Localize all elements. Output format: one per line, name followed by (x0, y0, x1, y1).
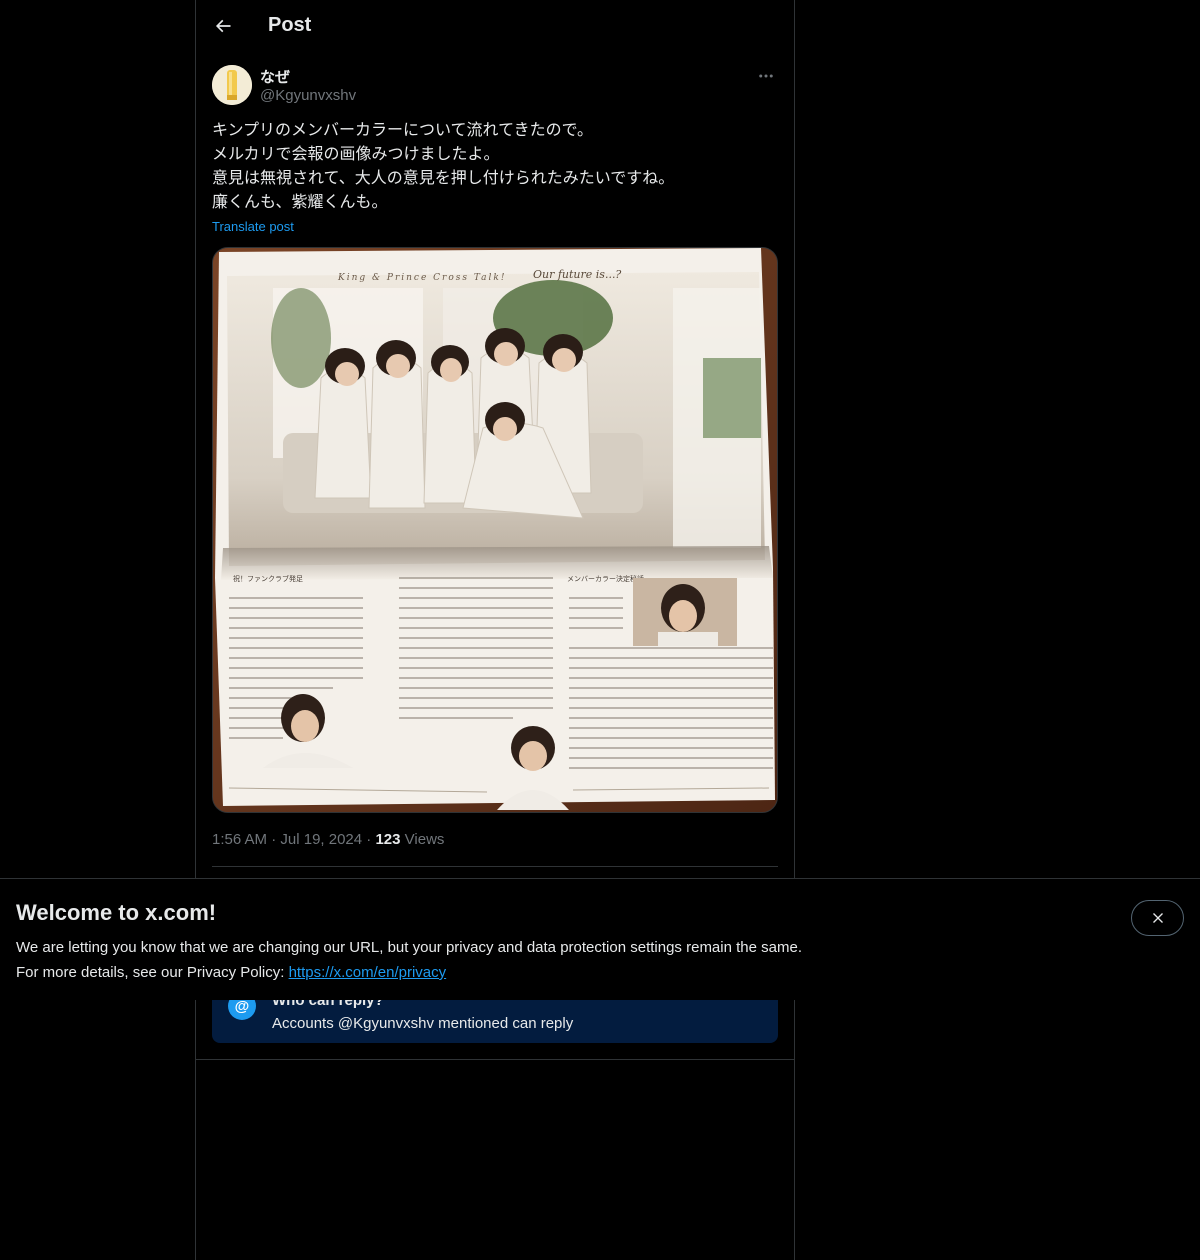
back-button[interactable] (206, 9, 240, 43)
post-metadata: 1:56 AM · Jul 19, 2024 · 123 Views (212, 831, 444, 848)
avatar[interactable] (212, 65, 252, 105)
magazine-photo: King & Prince Cross Talk! Our future is.… (213, 248, 777, 812)
reply-restriction-subtitle: Accounts @Kgyunvxshv mentioned can reply (272, 1015, 574, 1032)
banner-line-prefix: For more details, see our Privacy Policy… (16, 964, 289, 981)
close-banner-button[interactable] (1131, 900, 1184, 936)
banner-body: We are letting you know that we are chan… (16, 935, 802, 985)
post-author: なぜ @Kgyunvxshv (212, 64, 778, 106)
divider (196, 1059, 794, 1060)
post-text-line: 廉くんも、紫耀くんも。 (212, 194, 388, 211)
views-count: 123 (375, 831, 401, 848)
author-handle[interactable]: @Kgyunvxshv (260, 87, 356, 104)
post-text-line: 意見は無視されて、大人の意見を押し付けられたみたいですね。 (212, 170, 675, 187)
column-heading-fanclub: 祝！ファンクラブ発足 (233, 574, 303, 583)
banner-line: We are letting you know that we are chan… (16, 939, 802, 956)
author-display-name[interactable]: なぜ (260, 66, 290, 87)
primary-column: Post なぜ @Kgyunvxshv キンプリのメンバーカラーについて流れてき… (195, 0, 795, 1260)
views-label: Views (404, 831, 445, 848)
magazine-header-script: Our future is...? (533, 268, 621, 281)
url-change-banner: Welcome to x.com! We are letting you kno… (0, 878, 1200, 1000)
arrow-left-icon (215, 19, 231, 33)
divider (212, 866, 778, 867)
banner-line: For more details, see our Privacy Policy… (16, 960, 802, 985)
post-text: キンプリのメンバーカラーについて流れてきたので。 メルカリで会報の画像みつけまし… (212, 119, 778, 215)
meta-separator: · (271, 831, 281, 848)
column-heading-member-color: メンバーカラー決定秘話 (567, 574, 644, 583)
privacy-policy-link[interactable]: https://x.com/en/privacy (289, 964, 447, 981)
magazine-header-text: King & Prince Cross Talk! (337, 273, 506, 283)
translate-post-link[interactable]: Translate post (212, 219, 294, 234)
post-date[interactable]: Jul 19, 2024 (280, 831, 362, 848)
post-image[interactable]: King & Prince Cross Talk! Our future is.… (212, 247, 778, 813)
close-icon (1152, 913, 1163, 923)
post-text-line: キンプリのメンバーカラーについて流れてきたので。 (212, 122, 593, 139)
post-text-line: メルカリで会報の画像みつけましたよ。 (212, 146, 500, 163)
banner-title: Welcome to x.com! (16, 900, 217, 925)
more-options-button[interactable] (754, 64, 778, 88)
page-header: Post (196, 0, 794, 53)
post-time[interactable]: 1:56 AM (212, 831, 267, 848)
more-horizontal-icon (759, 74, 773, 78)
page-title: Post (268, 14, 312, 36)
